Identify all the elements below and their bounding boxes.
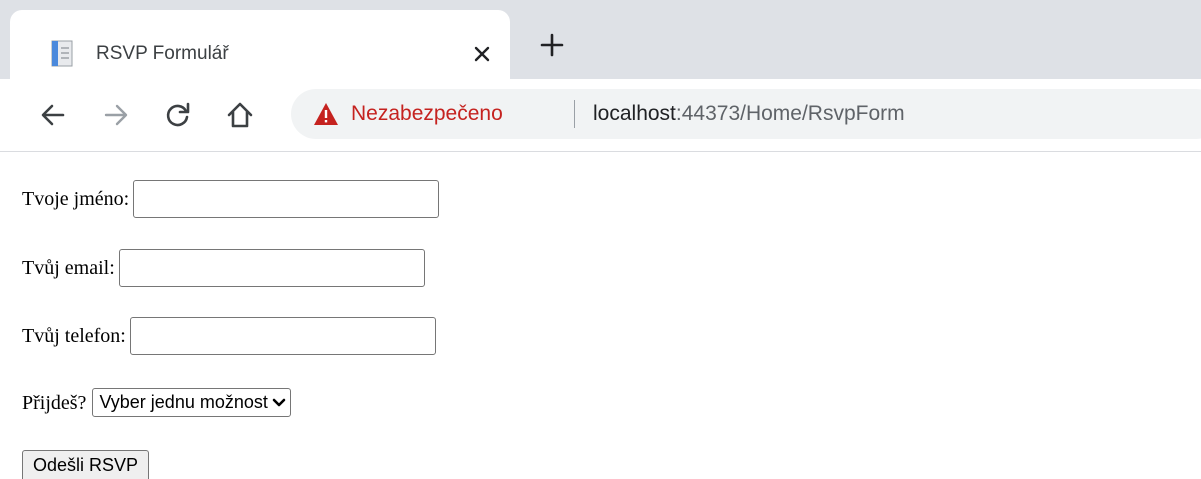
attend-label: Přijdeš?: [22, 391, 87, 414]
tab-title: RSVP Formulář: [96, 43, 229, 64]
browser-tab-active[interactable]: RSVP Formulář: [10, 10, 510, 79]
page-content: Tvoje jméno: Tvůj email: Tvůj telefon: P…: [0, 152, 1201, 479]
email-input[interactable]: [118, 249, 425, 287]
reload-icon[interactable]: [163, 100, 193, 130]
warning-triangle-icon[interactable]: [313, 102, 339, 126]
url-path: :44373/Home/RsvpForm: [675, 102, 905, 125]
arrow-right-icon[interactable]: [101, 100, 131, 130]
attend-select[interactable]: Vyber jednu možnost: [92, 388, 291, 417]
tab-strip: RSVP Formulář: [0, 0, 1201, 79]
email-label: Tvůj email:: [22, 257, 115, 279]
name-label: Tvoje jméno:: [22, 188, 130, 210]
address-bar[interactable]: Nezabezpečeno localhost:44373/Home/RsvpF…: [291, 89, 1201, 139]
omnibox-divider: [574, 100, 575, 128]
browser-toolbar: Nezabezpečeno localhost:44373/Home/RsvpF…: [0, 79, 1201, 152]
phone-label: Tvůj telefon:: [22, 325, 126, 347]
name-input[interactable]: [133, 180, 440, 218]
security-status-label[interactable]: Nezabezpečeno: [351, 100, 503, 128]
close-icon[interactable]: [472, 44, 492, 64]
attend-select-value: Vyber jednu možnost: [99, 392, 268, 412]
chevron-down-icon: [272, 398, 286, 406]
email-row: Tvůj email:: [22, 249, 425, 287]
home-icon[interactable]: [225, 100, 255, 130]
url-host: localhost: [593, 102, 676, 125]
arrow-left-icon[interactable]: [38, 100, 68, 130]
submit-rsvp-button[interactable]: Odešli RSVP: [22, 450, 150, 479]
page-icon: [51, 40, 73, 67]
attend-row: Přijdeš? Vyber jednu možnost: [22, 388, 291, 417]
url-text[interactable]: localhost:44373/Home/RsvpForm: [593, 100, 905, 128]
name-row: Tvoje jméno:: [22, 180, 440, 218]
phone-input[interactable]: [129, 317, 436, 355]
plus-icon[interactable]: [539, 32, 565, 58]
phone-row: Tvůj telefon:: [22, 317, 436, 355]
